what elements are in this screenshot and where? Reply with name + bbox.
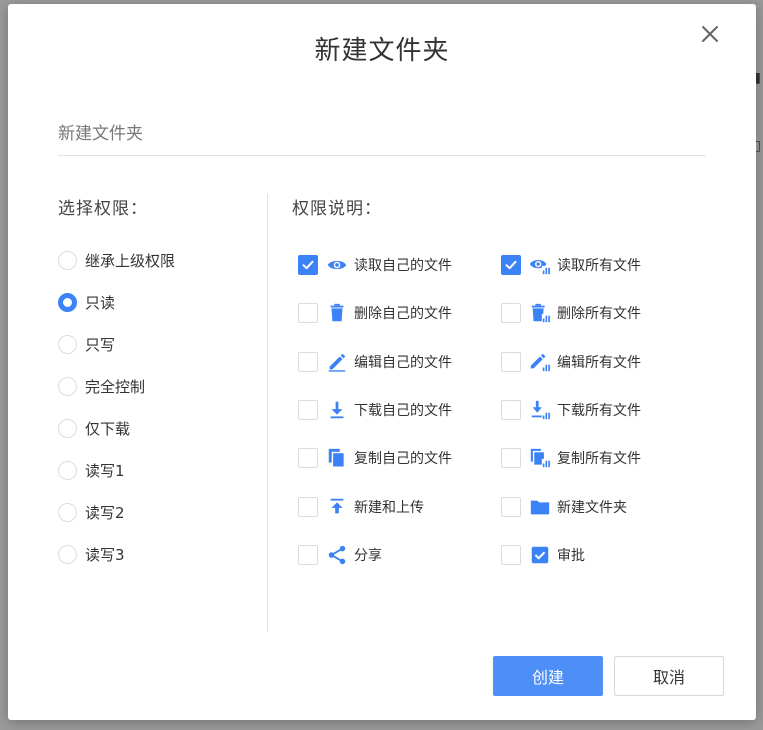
permission-option[interactable]: 读写3: [58, 533, 258, 575]
permission-item-label: 下载自己的文件: [354, 403, 452, 420]
permission-item-label: 删除所有文件: [557, 306, 641, 323]
permission-item[interactable]: 读取所有文件: [495, 241, 698, 289]
permission-option[interactable]: 只写: [58, 323, 258, 365]
radio-button[interactable]: [58, 502, 77, 522]
radio-button[interactable]: [58, 460, 77, 480]
permission-checkbox[interactable]: [298, 351, 318, 372]
approve-icon: [529, 544, 551, 566]
permission-option-label: 只写: [85, 335, 116, 354]
eye-icon: [326, 254, 348, 276]
permission-option-label: 读写1: [85, 461, 125, 480]
permission-item-label: 下载所有文件: [557, 403, 641, 420]
permission-checkbox[interactable]: [298, 544, 318, 565]
permission-option-label: 仅下载: [85, 419, 131, 438]
permission-checkbox[interactable]: [298, 255, 318, 276]
radio-button[interactable]: [58, 544, 77, 564]
folder-icon: [529, 496, 551, 518]
permission-item[interactable]: 复制所有文件: [495, 434, 698, 482]
radio-button[interactable]: [58, 418, 77, 438]
permission-checkbox[interactable]: [501, 544, 521, 565]
permission-item-label: 删除自己的文件: [354, 306, 452, 323]
permission-item[interactable]: 下载所有文件: [495, 386, 698, 434]
close-icon[interactable]: [698, 22, 722, 46]
permission-option[interactable]: 只读: [58, 281, 258, 323]
permission-item[interactable]: 新建和上传: [292, 482, 495, 530]
permission-checkbox[interactable]: [501, 448, 521, 469]
permission-item-label: 复制所有文件: [557, 451, 641, 468]
permission-checkbox[interactable]: [298, 496, 318, 517]
upload-icon: [326, 496, 348, 518]
permission-item[interactable]: 编辑自己的文件: [292, 338, 495, 386]
permission-item[interactable]: 分享: [292, 531, 495, 579]
permission-radio-group: 继承上级权限 只读只写完全控制仅下载读写1 读写2 读写3: [58, 239, 258, 575]
permission-desc-panel: 权限说明： 读取自己的文件 读取所有文件删除自己的文件 删除所有文件编辑自己的文件 编…: [292, 194, 732, 579]
pencil-all-icon: [529, 351, 551, 373]
copy-all-icon: [529, 447, 551, 469]
permission-select-panel: 选择权限： 继承上级权限 只读只写完全控制仅下载读写1 读写2 读写3: [58, 194, 258, 575]
permission-checkbox[interactable]: [298, 400, 318, 421]
permission-item[interactable]: 删除自己的文件: [292, 289, 495, 337]
radio-button[interactable]: [58, 376, 77, 396]
permission-grid: 读取自己的文件 读取所有文件 删除自己的文件 删除所有文件 编辑自己的文件 编辑所有文件下…: [292, 241, 732, 579]
radio-button[interactable]: [58, 250, 77, 270]
eye-all-icon: [529, 254, 551, 276]
pencil-icon: [326, 351, 348, 373]
permission-option-label: 只读: [85, 293, 116, 312]
permission-item-label: 新建文件夹: [557, 499, 627, 516]
permission-checkbox[interactable]: [501, 303, 521, 324]
permission-item-label: 编辑自己的文件: [354, 354, 452, 371]
trash-icon: [326, 302, 348, 324]
permission-item[interactable]: 读取自己的文件: [292, 241, 495, 289]
panel-divider: [267, 194, 268, 632]
select-permission-label: 选择权限：: [58, 199, 148, 219]
permission-item-label: 审批: [557, 547, 585, 564]
permission-item[interactable]: 审批: [495, 531, 698, 579]
permission-item-label: 分享: [354, 547, 382, 564]
permission-option[interactable]: 完全控制: [58, 365, 258, 407]
permission-checkbox[interactable]: [298, 448, 318, 469]
permission-option-label: 读写3: [85, 545, 125, 564]
trash-all-icon: [529, 302, 551, 324]
share-icon: [326, 544, 348, 566]
permission-desc-label: 权限说明：: [292, 199, 382, 219]
radio-button[interactable]: [58, 292, 77, 312]
download-icon: [326, 399, 348, 421]
copy-icon: [326, 447, 348, 469]
new-folder-dialog: 新建文件夹 选择权限： 继承上级权限只读只写完全控制仅下载读写1 读写2 读写3 权…: [8, 4, 756, 720]
download-all-icon: [529, 399, 551, 421]
permission-checkbox[interactable]: [501, 400, 521, 421]
permission-item-label: 读取所有文件: [557, 258, 641, 275]
permission-checkbox[interactable]: [501, 496, 521, 517]
permission-item-label: 复制自己的文件: [354, 451, 452, 468]
permission-option[interactable]: 读写1: [58, 449, 258, 491]
radio-button[interactable]: [58, 334, 77, 354]
permission-checkbox[interactable]: [298, 303, 318, 324]
permission-checkbox[interactable]: [501, 255, 521, 276]
permission-item-label: 新建和上传: [354, 499, 424, 516]
permission-option[interactable]: 仅下载: [58, 407, 258, 449]
permission-item[interactable]: 复制自己的文件: [292, 434, 495, 482]
folder-name-input[interactable]: [58, 112, 706, 156]
permission-item-label: 编辑所有文件: [557, 354, 641, 371]
permission-option-label: 继承上级权限: [85, 251, 176, 270]
permission-option[interactable]: 读写2: [58, 491, 258, 533]
permission-item[interactable]: 删除所有文件: [495, 289, 698, 337]
permission-option-label: 完全控制: [85, 377, 146, 396]
create-button[interactable]: 创建: [493, 656, 603, 696]
permission-item[interactable]: 下载自己的文件: [292, 386, 495, 434]
permission-item-label: 读取自己的文件: [354, 258, 452, 275]
permission-option-label: 读写2: [85, 503, 125, 522]
permission-item[interactable]: 编辑所有文件: [495, 338, 698, 386]
permission-item[interactable]: 新建文件夹: [495, 482, 698, 530]
permission-option[interactable]: 继承上级权限: [58, 239, 258, 281]
cancel-button[interactable]: 取消: [614, 656, 724, 696]
permission-checkbox[interactable]: [501, 351, 521, 372]
dialog-title: 新建文件夹: [314, 36, 450, 66]
